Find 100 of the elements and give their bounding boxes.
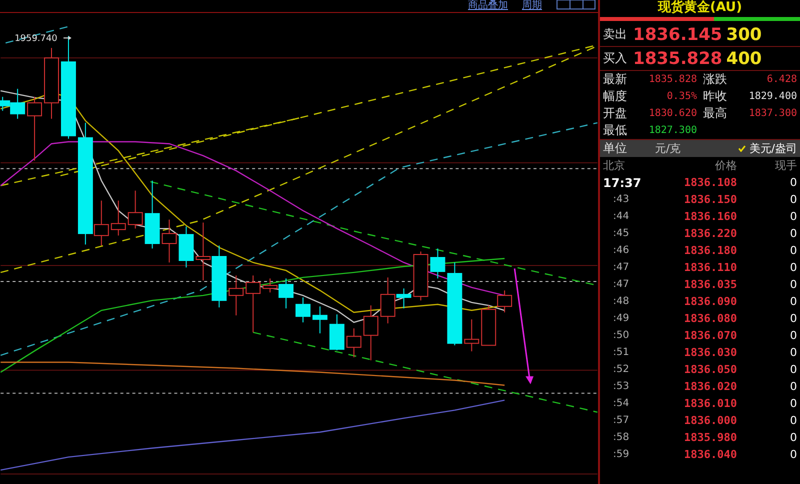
quote-label: 买入	[603, 50, 628, 67]
stat-label: 最低	[603, 122, 628, 139]
tick-volume: 0	[789, 278, 797, 291]
stat-value: 1829.400	[748, 91, 797, 102]
tick-time: :47	[612, 262, 630, 273]
unit-option[interactable]: 美元/盎司	[738, 141, 797, 156]
stat-label: 开盘	[603, 105, 628, 122]
quote-price: 1836.145	[633, 24, 722, 44]
tick-price: 1836.180	[683, 244, 738, 257]
candlestick	[178, 226, 194, 268]
tick-volume: 0	[789, 312, 797, 325]
candlestick	[312, 306, 328, 334]
tick-time: :49	[612, 313, 630, 324]
tick-time: :51	[612, 347, 630, 358]
tick-price: 1836.110	[683, 261, 738, 274]
tick-price: 1836.220	[683, 227, 738, 240]
stat-label: 幅度	[603, 88, 628, 105]
tick-time: :58	[612, 432, 630, 443]
tick-volume: 0	[789, 295, 797, 308]
stat-value: 6.428	[766, 74, 797, 85]
tick-price: 1836.030	[683, 346, 738, 359]
high-price-label: 1959.740	[14, 34, 58, 44]
tick-time: :45	[612, 228, 630, 239]
tick-time: :46	[612, 245, 630, 256]
quote-volume: 400	[726, 48, 762, 68]
candlestick	[128, 190, 143, 230]
candlestick	[196, 222, 211, 281]
tick-volume: 0	[789, 244, 797, 257]
tick-price: 1836.010	[683, 397, 738, 410]
candlestick	[162, 219, 177, 263]
column-header: 现手	[774, 158, 797, 173]
stat-label: 涨跌	[702, 71, 728, 88]
tick-time: :50	[612, 330, 630, 341]
stat-label: 最新	[603, 71, 628, 88]
candlestick	[464, 318, 480, 352]
tick-volume: 0	[789, 193, 797, 206]
tick-time: :59	[612, 449, 630, 460]
stat-label: 昨收	[702, 88, 728, 105]
stat-value: 1835.828	[648, 74, 697, 85]
tick-volume: 0	[789, 346, 797, 359]
candlestick	[329, 314, 344, 351]
candlestick	[212, 245, 227, 308]
tick-price: 1836.070	[683, 329, 738, 342]
tick-volume: 0	[789, 329, 797, 342]
tick-price: 1836.020	[683, 380, 738, 393]
tick-time: :54	[612, 398, 630, 409]
tick-price: 1836.108	[683, 176, 738, 189]
tick-price: 1836.040	[683, 448, 738, 461]
candlestick	[110, 200, 126, 236]
candlestick	[413, 250, 428, 301]
window-buttons-icon[interactable]	[556, 0, 596, 10]
stat-value: 0.35%	[666, 91, 697, 102]
check-icon	[738, 145, 746, 152]
stat-value: 1830.620	[648, 108, 697, 119]
arrow-icon	[62, 36, 72, 40]
unit-option[interactable]: 元/克	[655, 141, 681, 156]
column-header: 价格	[714, 158, 738, 173]
candlestick	[430, 248, 446, 279]
tick-price: 1836.035	[683, 278, 738, 291]
tick-volume: 0	[789, 210, 797, 223]
candlestick	[27, 96, 42, 162]
quote-label: 卖出	[603, 26, 628, 43]
tick-volume: 0	[789, 380, 797, 393]
stat-value: 1827.300	[648, 125, 697, 136]
tick-volume: 0	[789, 227, 797, 240]
tick-time: 17:37	[603, 176, 642, 190]
tick-time: :48	[612, 296, 630, 307]
tick-volume: 0	[789, 176, 797, 189]
instrument-title: 现货黄金(AU)	[656, 0, 744, 16]
candlestick	[346, 328, 362, 358]
toolbar-link[interactable]: 周期	[522, 0, 542, 11]
candlestick	[228, 274, 244, 316]
candlestick	[246, 274, 261, 333]
stat-value: 1837.300	[748, 108, 797, 119]
tick-price: 1836.150	[683, 193, 738, 206]
tick-time: :53	[612, 381, 630, 392]
quote-price: 1835.828	[633, 48, 722, 68]
tick-price: 1836.050	[683, 363, 738, 376]
unit-label: 单位	[603, 140, 628, 157]
tick-volume: 0	[789, 448, 797, 461]
tick-price: 1836.080	[683, 312, 738, 325]
tick-time: :47	[612, 279, 630, 290]
quote-volume: 300	[726, 24, 762, 44]
tick-volume: 0	[789, 431, 797, 444]
tick-volume: 0	[789, 397, 797, 410]
column-header: 北京	[603, 158, 626, 173]
tick-price: 1835.980	[683, 431, 738, 444]
tick-volume: 0	[789, 261, 797, 274]
tick-volume: 0	[789, 414, 797, 427]
tick-volume: 0	[789, 363, 797, 376]
stat-label: 最高	[702, 105, 728, 122]
tick-price: 1836.090	[683, 295, 738, 308]
candlestick	[144, 180, 160, 249]
tick-time: :57	[612, 415, 630, 426]
candlestick	[296, 296, 310, 323]
tick-price: 1836.000	[683, 414, 738, 427]
tick-time: :43	[612, 194, 630, 205]
tick-price: 1836.160	[683, 210, 738, 223]
tick-time: :52	[612, 364, 630, 375]
candlestick	[363, 304, 378, 361]
